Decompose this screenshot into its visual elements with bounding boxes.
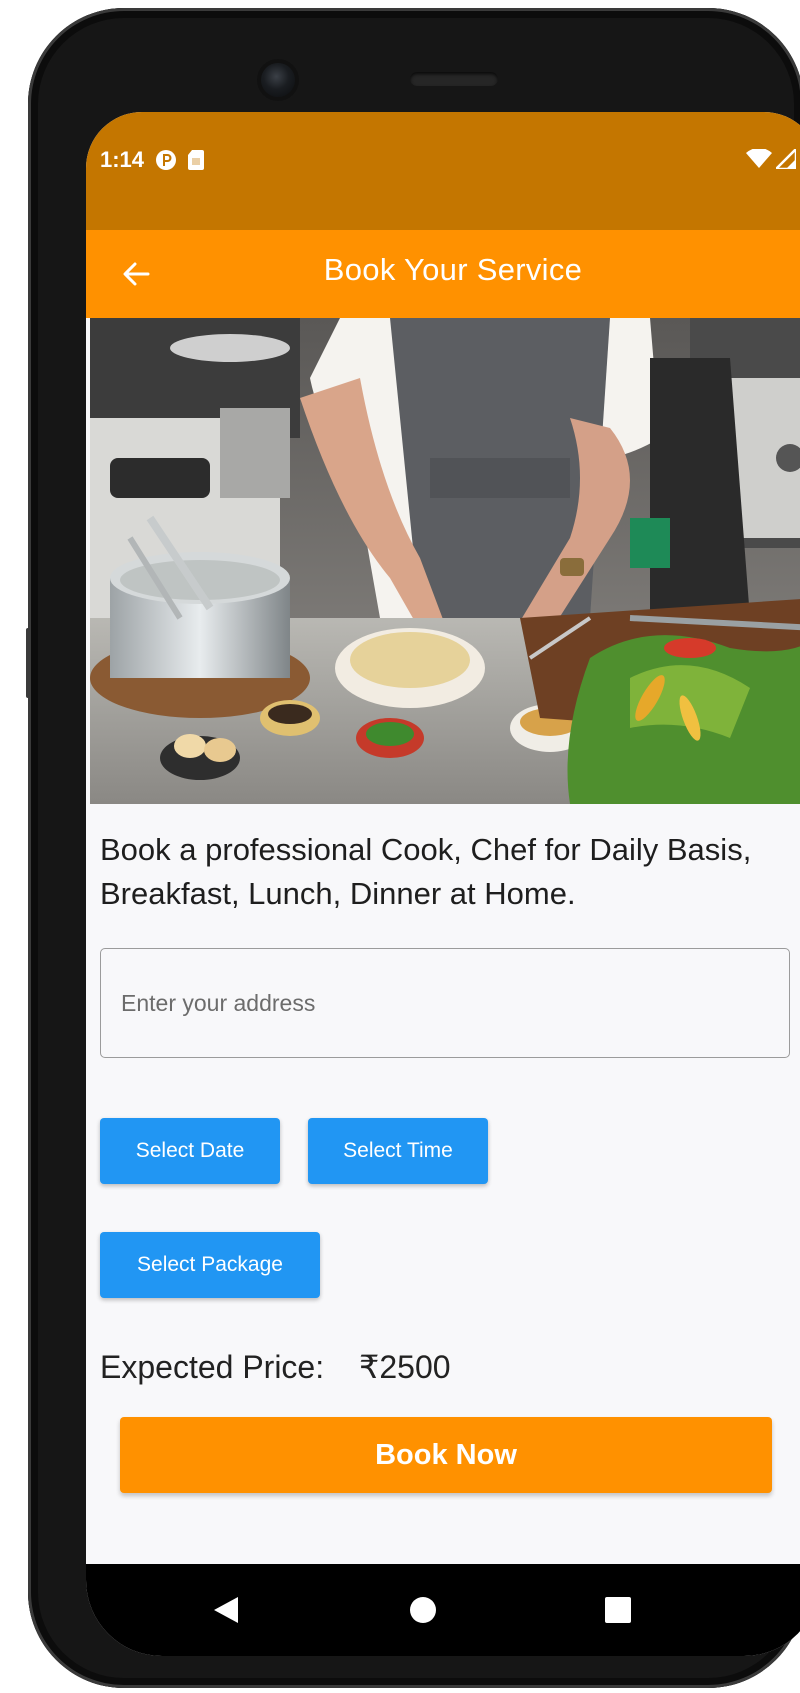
address-input[interactable] [100,948,790,1058]
service-description: Book a professional Cook, Chef for Daily… [100,832,752,911]
recents-square-icon [605,1597,631,1623]
price-row: Expected Price: ₹2500 [100,1348,451,1386]
system-nav-bar [86,1564,800,1656]
book-now-button[interactable]: Book Now [120,1417,772,1493]
price-value: ₹2500 [359,1349,451,1385]
screen: 1:14 Book Your Service Book a profession… [86,112,800,1656]
home-circle-icon [410,1597,436,1623]
power-button [26,628,30,698]
select-package-button[interactable]: Select Package [100,1232,320,1298]
data-saver-icon [154,148,178,172]
select-date-button[interactable]: Select Date [100,1118,280,1184]
back-triangle-icon [214,1597,238,1623]
signal-icon [776,149,796,169]
status-time: 1:14 [100,147,145,172]
select-time-button[interactable]: Select Time [308,1118,488,1184]
price-label: Expected Price: [100,1349,325,1385]
nav-back-button[interactable] [206,1590,246,1630]
page-title: Book Your Service [323,252,583,287]
earpiece-speaker [410,72,498,86]
front-camera [261,63,295,97]
status-right [746,148,800,170]
status-bar: 1:14 [86,112,800,230]
app-bar: Book Your Service [86,230,800,318]
nav-home-button[interactable] [403,1590,443,1630]
phone-frame: 1:14 Book Your Service Book a profession… [26,8,800,1688]
status-left: 1:14 [100,147,206,173]
nav-recents-button[interactable] [598,1590,638,1630]
wifi-icon [746,149,772,169]
hero-image [90,318,800,804]
sim-card-icon [188,149,206,171]
